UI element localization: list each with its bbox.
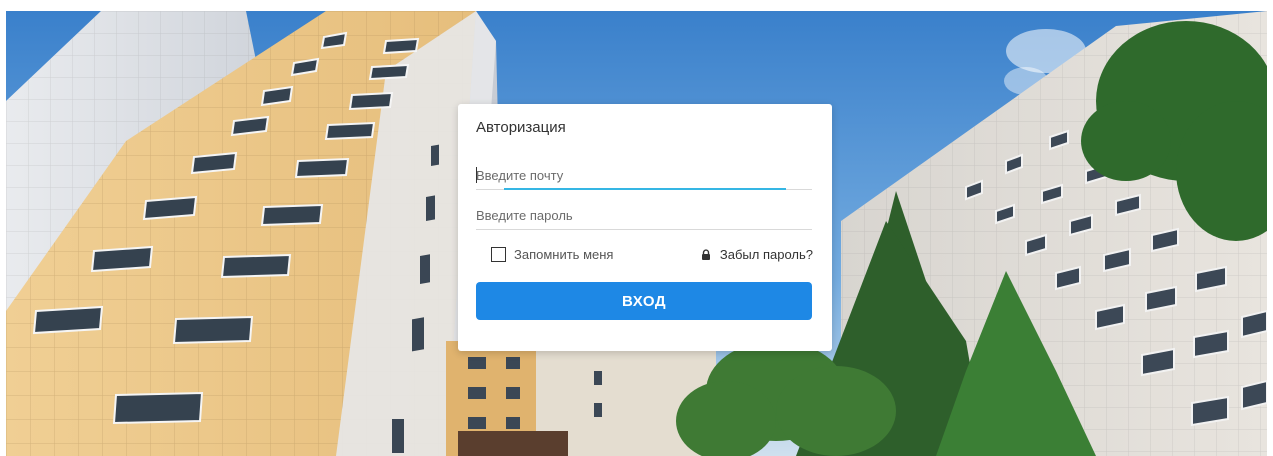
lock-icon [701,248,710,260]
email-focus-underline [504,188,786,190]
remember-checkbox[interactable] [491,247,506,262]
forgot-password-link[interactable]: Забыл пароль? [700,247,813,262]
login-card: Авторизация Запомнить меня Забыл пароль?… [458,104,832,351]
login-options-row: Запомнить меня Забыл пароль? [491,246,813,266]
password-input[interactable] [476,200,812,230]
text-caret [476,167,477,183]
password-underline [476,229,812,230]
forgot-label: Забыл пароль? [719,247,813,262]
email-field-wrapper [476,160,812,190]
remember-me-toggle[interactable]: Запомнить меня [491,247,613,262]
remember-label: Запомнить меня [514,247,614,262]
card-title: Авторизация [476,119,566,136]
login-button[interactable]: ВХОД [476,282,812,320]
email-input[interactable] [476,160,812,190]
password-field-wrapper [476,200,812,230]
